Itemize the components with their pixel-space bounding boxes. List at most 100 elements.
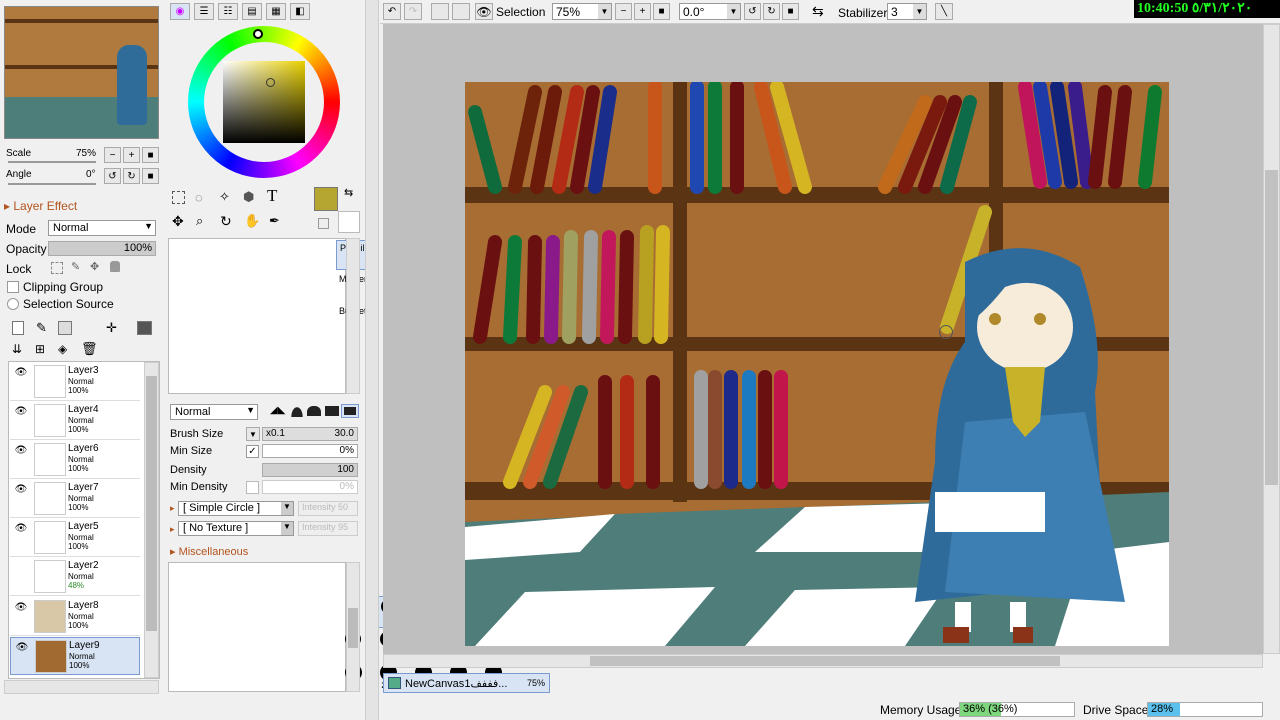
secondary-color-swatch[interactable]	[338, 211, 360, 233]
hue-marker[interactable]	[253, 29, 263, 39]
zoom-in-button[interactable]: +	[123, 147, 140, 163]
rotate-reset-button[interactable]: ■	[142, 168, 159, 184]
texture-intensity-slider[interactable]: Intensity 95	[298, 521, 358, 536]
select-pen-icon[interactable]: ⬢	[243, 189, 254, 205]
layer-row[interactable]: 👁 Layer9 Normal 100%	[10, 637, 140, 675]
rotate-icon[interactable]: ↻	[220, 213, 232, 230]
zoom-out-toolbar-button[interactable]: −	[615, 3, 632, 20]
sv-marker[interactable]	[266, 78, 275, 87]
texture-expand-icon[interactable]: ▸	[170, 524, 175, 535]
magic-wand-icon[interactable]: ✧	[219, 189, 230, 205]
brush-size-slider[interactable]: x0.1 30.0	[262, 427, 358, 441]
rotate-reset-toolbar-button[interactable]: ■	[782, 3, 799, 20]
stabilizer-select[interactable]: 3 ▼	[887, 3, 927, 20]
layer-mask-icon[interactable]	[137, 321, 152, 335]
layer-row[interactable]: 👁 Layer4 Normal 100%	[10, 402, 140, 440]
deselect-button[interactable]	[431, 3, 449, 20]
hsv-sliders-tab[interactable]: ☷	[218, 3, 238, 20]
zoom-out-button[interactable]: −	[104, 147, 121, 163]
blend-mode-select[interactable]: Normal ▼	[170, 404, 258, 420]
layer-row[interactable]: Layer2 Normal 48%	[10, 558, 140, 596]
show-selection-toggle[interactable]: 👁	[475, 3, 493, 20]
trash-icon[interactable]: 🗑	[81, 341, 98, 357]
select-rect-icon[interactable]	[172, 191, 185, 204]
layer-row[interactable]: 👁 Layer6 Normal 100%	[10, 441, 140, 479]
visibility-eye-icon[interactable]	[13, 562, 29, 576]
transform-icon[interactable]: ✛	[106, 320, 117, 336]
redo-button[interactable]: ↷	[404, 3, 422, 20]
visibility-eye-icon[interactable]: 👁	[13, 445, 29, 459]
visibility-eye-icon[interactable]: 👁	[13, 523, 29, 537]
panel-splitter[interactable]	[365, 0, 379, 720]
zoom-fit-toolbar-button[interactable]: ■	[653, 3, 670, 20]
rotate-select[interactable]: 0.0° ▼	[679, 3, 741, 20]
lock-move-icon[interactable]: ✥	[90, 260, 99, 273]
rotate-left-button[interactable]: ↺	[104, 168, 121, 184]
brush-shape-round-icon[interactable]	[290, 405, 304, 417]
merge-down-icon[interactable]: ⊞	[35, 342, 45, 356]
brush-size-dropdown[interactable]: ▼	[246, 427, 260, 441]
clipping-group-checkbox[interactable]	[7, 281, 19, 293]
invert-selection-button[interactable]	[452, 3, 470, 20]
min-density-slider[interactable]: 0%	[262, 480, 358, 494]
layer-effect-title[interactable]: ▸ Layer Effect	[4, 199, 77, 213]
user-swatches-tab[interactable]: ▦	[266, 3, 286, 20]
rgb-sliders-tab[interactable]: ☰	[194, 3, 214, 20]
scale-slider[interactable]	[8, 161, 96, 163]
tool-palette-scrollbar[interactable]	[346, 238, 360, 394]
angle-slider[interactable]	[8, 183, 96, 185]
shape-intensity-slider[interactable]: Intensity 50	[298, 501, 358, 516]
min-size-checkbox[interactable]: ✓	[246, 445, 259, 458]
rotate-right-button[interactable]: ↻	[123, 168, 140, 184]
zoom-icon[interactable]: ⌕	[196, 213, 203, 229]
transparent-color-icon[interactable]	[318, 218, 329, 229]
miscellaneous-toggle[interactable]: ▸ Miscellaneous	[170, 545, 248, 558]
layer-row[interactable]: 👁 Layer8 Normal 100%	[10, 598, 140, 636]
line-tool-icon[interactable]: ╲	[935, 3, 953, 20]
zoom-reset-button[interactable]: ■	[142, 147, 159, 163]
scratchpad-tab[interactable]: ◧	[290, 3, 310, 20]
layer-row[interactable]: 👁 Layer3 Normal 100%	[10, 363, 140, 401]
brush-shape-flat-icon[interactable]: ◢◣	[270, 405, 285, 416]
density-slider[interactable]: 100	[262, 463, 358, 477]
new-linework-layer-icon[interactable]: ✎	[36, 320, 47, 336]
color-wheel[interactable]	[188, 26, 340, 178]
min-density-checkbox[interactable]	[246, 481, 259, 494]
color-wheel-tab[interactable]: ◉	[170, 3, 190, 20]
left-panel-hscroll[interactable]	[4, 680, 159, 694]
saturation-value-square[interactable]	[223, 61, 305, 143]
mode-select[interactable]: Normal ▼	[48, 220, 156, 236]
eyedropper-icon[interactable]: ✒	[269, 213, 280, 229]
canvas-tab[interactable]: NewCanvasفففف1... 75%	[383, 673, 550, 693]
flip-horizontal-icon[interactable]: ⇆	[812, 3, 824, 20]
rotate-ccw-toolbar-button[interactable]: ↺	[744, 3, 761, 20]
visibility-eye-icon[interactable]: 👁	[14, 642, 30, 656]
swatches-tab[interactable]: ▤	[242, 3, 262, 20]
visibility-eye-icon[interactable]: 👁	[13, 602, 29, 616]
lasso-icon[interactable]: ◌	[195, 190, 203, 205]
selection-source-checkbox[interactable]	[7, 298, 19, 310]
layer-row[interactable]: 👁 Layer7 Normal 100%	[10, 480, 140, 518]
brush-shape-select[interactable]: [ Simple Circle ] ▼	[178, 501, 294, 516]
brush-shape-square-icon[interactable]	[325, 406, 339, 416]
primary-color-swatch[interactable]	[314, 187, 338, 211]
hand-icon[interactable]: ✋	[244, 213, 260, 229]
move-icon[interactable]: ✥	[172, 213, 184, 230]
zoom-select[interactable]: 75% ▼	[552, 3, 612, 20]
shape-expand-icon[interactable]: ▸	[170, 503, 175, 514]
lock-all-icon[interactable]	[110, 261, 120, 272]
zoom-in-toolbar-button[interactable]: +	[634, 3, 651, 20]
brush-shape-hard-icon[interactable]	[341, 404, 359, 418]
lock-pen-icon[interactable]: ✎	[71, 260, 80, 273]
clear-layer-icon[interactable]: ◈	[58, 342, 67, 356]
presets-scrollbar-thumb[interactable]	[348, 608, 358, 648]
navigator-preview[interactable]	[4, 6, 159, 139]
swap-colors-icon[interactable]: ⇆	[344, 186, 353, 199]
canvas-vertical-scrollbar-thumb[interactable]	[1265, 170, 1278, 485]
min-size-slider[interactable]: 0%	[262, 444, 358, 458]
brush-texture-select[interactable]: [ No Texture ] ▼	[178, 521, 294, 536]
brush-shape-soft-icon[interactable]	[307, 406, 321, 416]
artwork-canvas[interactable]	[465, 82, 1169, 646]
new-folder-icon[interactable]	[58, 321, 72, 335]
canvas-horizontal-scrollbar-thumb[interactable]	[590, 656, 1060, 666]
